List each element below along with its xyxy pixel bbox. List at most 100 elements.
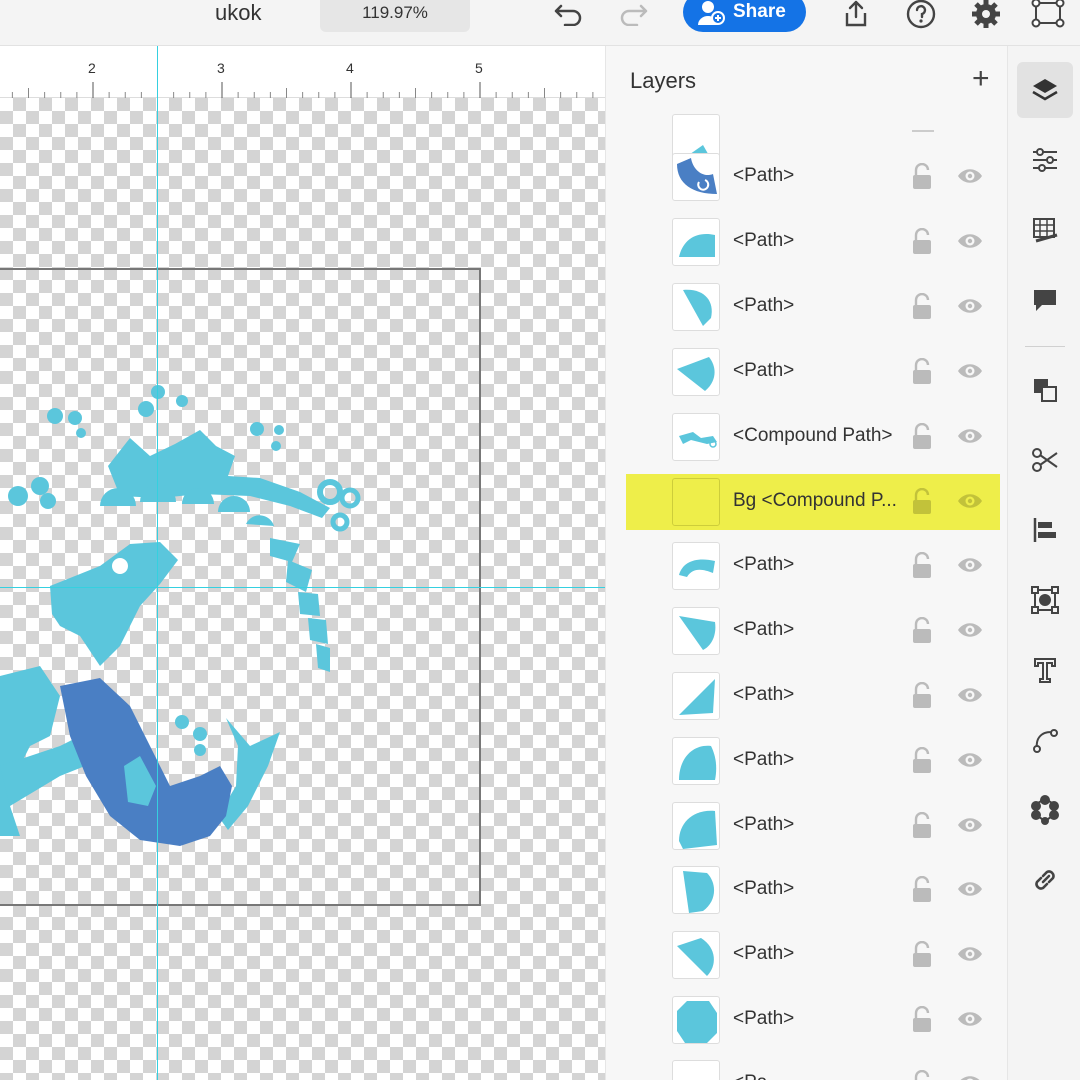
lock-icon[interactable] bbox=[910, 487, 936, 516]
lock-icon[interactable] bbox=[910, 357, 936, 386]
add-layer-button[interactable]: + bbox=[972, 64, 990, 94]
layer-name[interactable]: <Path> bbox=[733, 165, 794, 187]
lock-icon[interactable] bbox=[910, 940, 936, 969]
layer-row[interactable]: <Path> bbox=[626, 798, 1000, 854]
eye-icon[interactable] bbox=[956, 165, 984, 187]
layer-row[interactable]: <Path> bbox=[626, 992, 1000, 1048]
eye-icon[interactable] bbox=[956, 878, 984, 900]
layer-name[interactable]: <Path> bbox=[733, 943, 794, 965]
properties-icon[interactable] bbox=[1017, 132, 1073, 188]
align-icon[interactable] bbox=[1017, 502, 1073, 558]
guide-vertical[interactable] bbox=[157, 46, 158, 1080]
eye-icon[interactable] bbox=[956, 230, 984, 252]
layer-name[interactable]: <Path> bbox=[733, 814, 794, 836]
share-button[interactable]: Share bbox=[683, 0, 806, 32]
layer-name[interactable]: <Path> bbox=[733, 554, 794, 576]
lock-icon[interactable] bbox=[910, 227, 936, 256]
eye-icon[interactable] bbox=[956, 554, 984, 576]
canvas-area[interactable]: 2 3 4 5 bbox=[0, 46, 605, 1080]
layer-name[interactable]: <Path> bbox=[733, 295, 794, 317]
layer-row[interactable]: <Path> bbox=[626, 344, 1000, 400]
layer-row[interactable]: <Path> bbox=[626, 149, 1000, 205]
layer-row[interactable]: <Path> bbox=[626, 862, 1000, 918]
artwork-seahorse[interactable] bbox=[0, 46, 605, 1080]
lock-icon[interactable] bbox=[910, 292, 936, 321]
link-icon[interactable] bbox=[1017, 852, 1073, 908]
eye-icon[interactable] bbox=[956, 943, 984, 965]
undo-icon[interactable] bbox=[548, 0, 588, 32]
lock-icon[interactable] bbox=[910, 551, 936, 580]
lock-icon[interactable] bbox=[910, 875, 936, 904]
layer-name[interactable]: <Path> bbox=[733, 684, 794, 706]
lock-icon[interactable] bbox=[910, 1069, 936, 1080]
layer-name[interactable]: <Path> bbox=[733, 619, 794, 641]
guide-horizontal[interactable] bbox=[0, 587, 605, 588]
export-icon[interactable] bbox=[836, 0, 876, 32]
eye-icon[interactable] bbox=[956, 684, 984, 706]
layer-thumbnail bbox=[672, 1060, 720, 1080]
comment-icon[interactable] bbox=[1017, 272, 1073, 328]
layer-thumbnail bbox=[672, 153, 720, 201]
layer-name[interactable]: <Path> bbox=[733, 360, 794, 382]
eye-icon[interactable] bbox=[956, 490, 984, 512]
lock-icon[interactable] bbox=[910, 681, 936, 710]
top-bar: ukok 119.97% Share bbox=[0, 0, 1080, 46]
layer-row-selected[interactable]: Bg <Compound P... bbox=[626, 474, 1000, 530]
layer-thumbnail bbox=[672, 348, 720, 396]
layers-icon[interactable] bbox=[1017, 62, 1073, 118]
scissors-icon[interactable] bbox=[1017, 432, 1073, 488]
layers-title: Layers bbox=[630, 68, 697, 93]
layer-thumbnail bbox=[672, 413, 720, 461]
eye-icon[interactable] bbox=[956, 360, 984, 382]
eye-icon[interactable] bbox=[956, 619, 984, 641]
eye-icon[interactable] bbox=[956, 1072, 984, 1080]
layers-panel: Layers + <Path> <Path> <Path> <Path> <Compou… bbox=[605, 46, 1007, 1080]
zoom-level[interactable]: 119.97% bbox=[320, 0, 470, 32]
layer-name[interactable]: <Path> bbox=[733, 749, 794, 771]
layer-name[interactable]: <Pa bbox=[733, 1072, 767, 1080]
eye-icon[interactable] bbox=[956, 814, 984, 836]
redo-icon[interactable] bbox=[614, 0, 654, 32]
layer-row[interactable]: <Path> bbox=[626, 279, 1000, 335]
lock-icon[interactable] bbox=[910, 746, 936, 775]
layer-row[interactable]: <Pa bbox=[626, 1056, 1000, 1080]
artboard-icon[interactable] bbox=[1028, 0, 1068, 32]
layer-row[interactable]: <Compound Path> bbox=[626, 409, 1000, 465]
lock-icon[interactable] bbox=[910, 1005, 936, 1034]
help-icon[interactable] bbox=[901, 0, 941, 32]
layer-name[interactable]: Bg <Compound P... bbox=[733, 490, 897, 512]
layer-row[interactable]: <Path> bbox=[626, 927, 1000, 983]
pen-icon[interactable] bbox=[1017, 712, 1073, 768]
grid-icon[interactable] bbox=[1017, 202, 1073, 258]
eye-icon[interactable] bbox=[956, 749, 984, 771]
layer-row[interactable]: <Path> bbox=[626, 733, 1000, 789]
layer-name[interactable]: <Compound Path> bbox=[733, 425, 893, 447]
layer-thumbnail bbox=[672, 737, 720, 785]
layer-thumbnail bbox=[672, 283, 720, 331]
eye-icon[interactable] bbox=[956, 425, 984, 447]
add-user-icon bbox=[698, 1, 725, 25]
layer-thumbnail bbox=[672, 996, 720, 1044]
share-label: Share bbox=[733, 1, 786, 22]
eye-icon[interactable] bbox=[956, 1008, 984, 1030]
type-icon[interactable] bbox=[1017, 642, 1073, 698]
document-title[interactable]: ukok bbox=[215, 0, 261, 26]
layer-thumbnail bbox=[672, 931, 720, 979]
eye-icon[interactable] bbox=[956, 295, 984, 317]
layer-thumbnail bbox=[672, 607, 720, 655]
settings-icon[interactable] bbox=[966, 0, 1006, 32]
layer-row[interactable]: <Path> bbox=[626, 538, 1000, 594]
layer-name[interactable]: <Path> bbox=[733, 1008, 794, 1030]
layer-name[interactable]: <Path> bbox=[733, 230, 794, 252]
lock-icon[interactable] bbox=[910, 616, 936, 645]
arrange-icon[interactable] bbox=[1017, 362, 1073, 418]
layer-row[interactable]: <Path> bbox=[626, 214, 1000, 270]
repeat-icon[interactable] bbox=[1017, 782, 1073, 838]
lock-icon[interactable] bbox=[910, 422, 936, 451]
layer-name[interactable]: <Path> bbox=[733, 878, 794, 900]
layer-row[interactable]: <Path> bbox=[626, 668, 1000, 724]
transform-icon[interactable] bbox=[1017, 572, 1073, 628]
lock-icon[interactable] bbox=[910, 162, 936, 191]
lock-icon[interactable] bbox=[910, 811, 936, 840]
layer-row[interactable]: <Path> bbox=[626, 603, 1000, 659]
